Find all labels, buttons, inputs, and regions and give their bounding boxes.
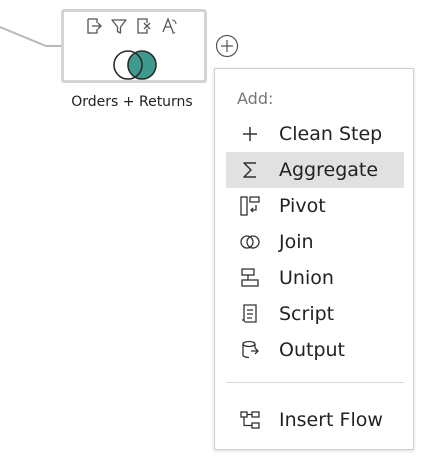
insert-flow-icon [240, 411, 260, 429]
menu-item-output[interactable]: Output [226, 332, 404, 368]
menu-item-union[interactable]: Union [226, 260, 404, 296]
script-icon [242, 304, 257, 323]
output-icon [242, 340, 259, 359]
menu-divider [226, 382, 404, 383]
inner-join-venn-icon [113, 50, 157, 80]
menu-item-label: Output [279, 339, 345, 361]
pivot-icon [240, 196, 260, 216]
menu-heading: Add: [237, 89, 274, 108]
rename-icon[interactable] [160, 17, 178, 35]
menu-item-script[interactable]: Script [226, 296, 404, 332]
flow-connector [0, 26, 61, 47]
menu-item-label: Clean Step [279, 123, 383, 145]
join-icon [240, 235, 260, 249]
node-label: Orders + Returns [71, 94, 193, 110]
filter-icon[interactable] [110, 17, 128, 35]
exclude-icon[interactable] [135, 17, 153, 35]
union-icon [241, 268, 259, 287]
node-toolbar [85, 17, 178, 35]
menu-item-label: Union [279, 267, 334, 289]
menu-item-label: Pivot [279, 195, 326, 217]
keep-only-icon[interactable] [85, 17, 103, 35]
menu-item-label: Join [279, 231, 314, 253]
menu-item-clean-step[interactable]: Clean Step [226, 116, 404, 152]
plus-circle-icon[interactable] [215, 34, 239, 58]
menu-item-label: Aggregate [279, 159, 379, 181]
menu-item-aggregate[interactable]: Aggregate [226, 152, 404, 188]
menu-item-pivot[interactable]: Pivot [226, 188, 404, 224]
menu-item-label: Insert Flow [279, 409, 383, 431]
sigma-icon [243, 162, 256, 178]
join-step-node[interactable] [61, 9, 207, 83]
plus-icon [243, 127, 257, 141]
add-step-menu: Add: Clean Step Aggregate Pivot Join Uni… [214, 68, 414, 450]
menu-item-label: Script [279, 303, 335, 325]
menu-item-insert-flow[interactable]: Insert Flow [226, 402, 404, 438]
menu-item-join[interactable]: Join [226, 224, 404, 260]
